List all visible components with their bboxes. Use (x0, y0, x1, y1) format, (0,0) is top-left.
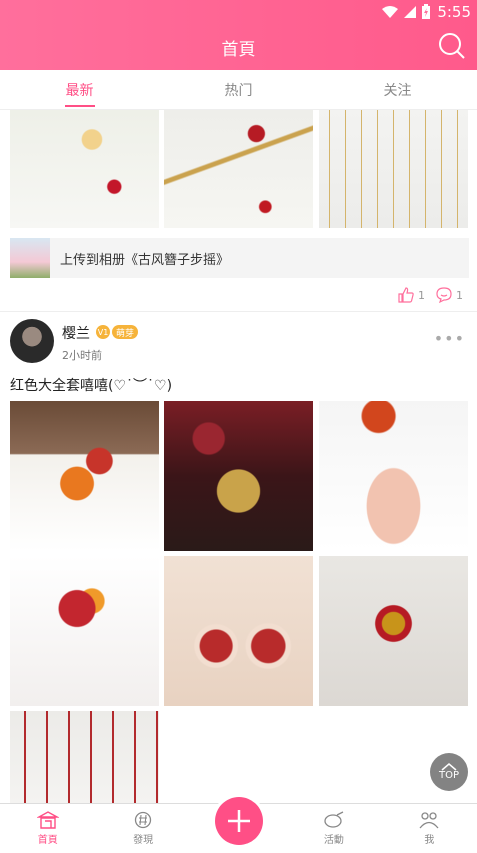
like-count: 1 (418, 288, 425, 302)
thumbs-up-icon (398, 287, 414, 303)
search-icon (439, 33, 465, 59)
battery-icon (422, 4, 431, 19)
post-image[interactable] (319, 401, 468, 551)
profile-icon (419, 812, 439, 829)
discover-icon (134, 811, 152, 829)
post-image[interactable] (10, 110, 159, 228)
feed-list[interactable]: 上传到相册《古风簪子步摇》 1 1 樱兰 V1 萌芽 2小时前 ••• 红色大全… (0, 110, 477, 803)
search-button[interactable] (437, 31, 467, 61)
create-post-button[interactable] (215, 797, 263, 845)
nav-discover[interactable]: 發現 (95, 804, 190, 853)
comment-icon (436, 287, 452, 304)
nav-profile-label: 我 (424, 835, 435, 846)
top-label: TOP (438, 770, 459, 781)
status-time: 5:55 (437, 3, 471, 21)
tab-hot[interactable]: 热门 (159, 70, 318, 109)
album-text: 上传到相册《古风簪子步摇》 (60, 252, 230, 268)
post-image[interactable] (10, 556, 159, 706)
back-to-top-button[interactable]: TOP (430, 753, 468, 791)
plus-icon (228, 810, 250, 832)
like-button[interactable]: 1 (397, 286, 425, 304)
rank-badge: 萌芽 (112, 325, 139, 339)
comment-count: 1 (456, 288, 463, 302)
avatar[interactable] (10, 319, 54, 363)
app-header: 5:55 首頁 (0, 0, 477, 70)
wifi-icon (382, 6, 399, 18)
nav-activity[interactable]: 活動 (286, 804, 381, 853)
post-image[interactable] (319, 110, 468, 228)
tab-following[interactable]: 关注 (318, 70, 477, 109)
level-badge: V1 (96, 325, 110, 339)
post-image[interactable] (10, 401, 159, 551)
tab-latest[interactable]: 最新 (0, 70, 159, 109)
post-time: 2小时前 (62, 349, 102, 362)
status-icons (381, 4, 431, 20)
nav-home-label: 首頁 (37, 835, 58, 846)
nav-activity-label: 活動 (323, 835, 344, 846)
post-header: 樱兰 V1 萌芽 2小时前 ••• (10, 317, 467, 367)
page-title: 首頁 (221, 39, 256, 60)
post-divider (0, 311, 477, 312)
user-badges: V1 萌芽 (96, 325, 139, 339)
comment-button[interactable]: 1 (435, 286, 463, 304)
home-icon (36, 811, 59, 829)
feed-tabs: 最新 热门 关注 (0, 70, 477, 110)
status-bar: 5:55 (0, 0, 477, 24)
post-actions: 1 1 (397, 282, 463, 308)
post-image[interactable] (164, 401, 313, 551)
title-bar: 首頁 (0, 24, 477, 70)
album-thumbnail (10, 238, 50, 278)
nav-profile[interactable]: 我 (382, 804, 477, 853)
nav-discover-label: 發現 (133, 835, 154, 846)
post-image[interactable] (319, 556, 468, 706)
more-options-icon[interactable]: ••• (434, 329, 465, 348)
album-link[interactable]: 上传到相册《古风簪子步摇》 (10, 238, 469, 278)
post-text: 红色大全套嘻嘻(♡˙︶˙♡) (10, 378, 173, 394)
post-image[interactable] (164, 110, 313, 228)
post-image[interactable] (10, 711, 159, 803)
post-image[interactable] (164, 556, 313, 706)
username[interactable]: 樱兰 (62, 323, 90, 343)
nav-home[interactable]: 首頁 (0, 804, 95, 853)
activity-icon (324, 811, 344, 828)
signal-icon (404, 6, 417, 18)
